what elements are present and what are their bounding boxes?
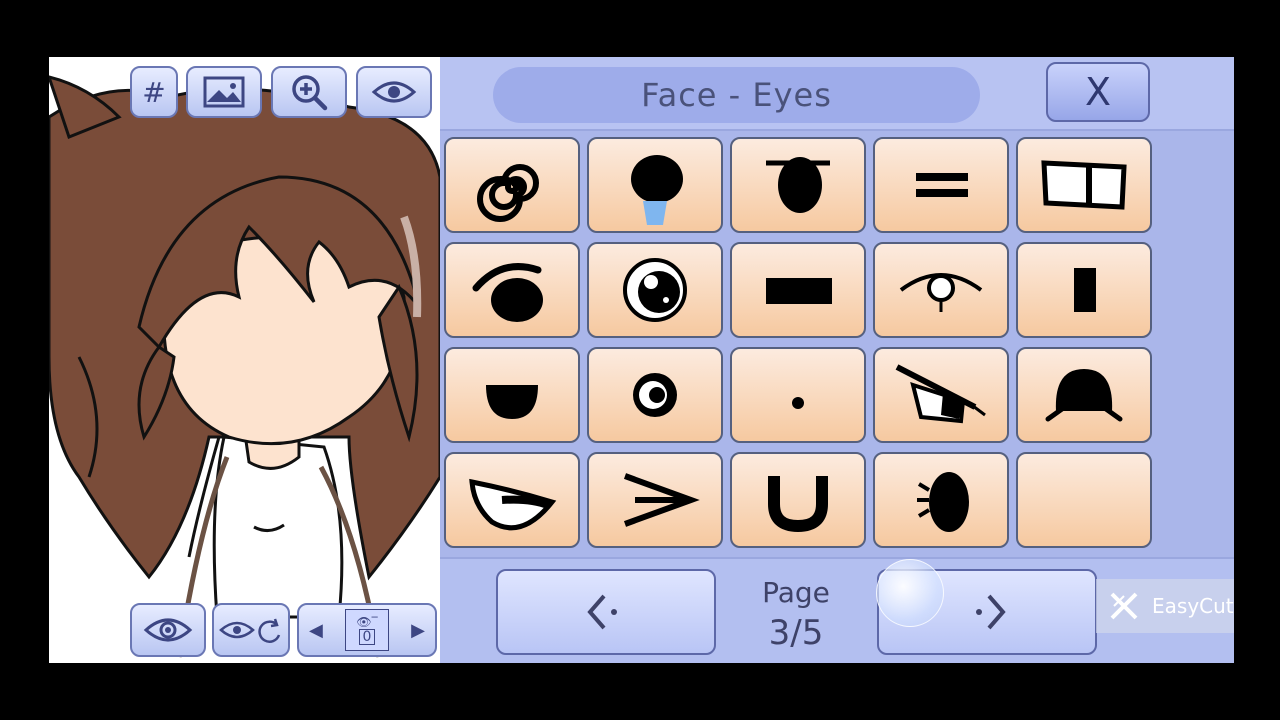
panel-title: Face - Eyes [493,67,980,123]
chevron-left-icon [587,594,617,630]
eyes-selection-panel: Face - Eyes X Page 3/5 EasyCut [440,57,1234,663]
eye-option-8[interactable] [730,242,866,338]
page-label: Page [762,576,830,609]
image-icon [203,76,245,108]
eye-option-9[interactable] [873,242,1009,338]
easycut-logo-icon [1110,592,1138,620]
dome-eye-icon [1045,369,1123,422]
squint-eye-icon [469,478,557,531]
shiny-eye-icon [623,258,687,322]
half-circle-eye-icon [486,385,538,419]
eye-options-grid [444,137,1152,549]
bar-eye-icon [1074,268,1096,312]
eye-option-17[interactable] [587,452,723,548]
watermark: EasyCut [1096,579,1234,633]
spiral-eye-icon [477,164,539,222]
floating-bubble [876,559,944,627]
browed-eye-icon [472,263,543,322]
glaring-eye-icon [895,364,986,424]
arrow-eye-icon [623,473,700,527]
eye-option-15[interactable] [1016,347,1152,443]
preview-eye-button[interactable] [130,603,206,657]
close-button[interactable]: X [1046,62,1150,122]
zoom-button[interactable] [271,66,347,118]
zoom-in-icon [292,75,328,111]
eye-option-18[interactable] [730,452,866,548]
eye-rotate-icon [219,618,281,643]
eye-option-5[interactable] [1016,137,1152,233]
expression-preview: 👁‾ 0 [345,609,389,651]
u-shape-eye-icon [768,476,828,533]
previous-page-button[interactable] [496,569,716,655]
app-screen: # ◀ 👁‾ 0 ▶ Face - Eyes X Page 3/5 EasyCu… [49,57,1234,663]
visibility-button[interactable] [356,66,432,118]
dot-eye-icon [792,397,804,409]
ring-eye-icon [633,373,677,417]
teary-eye-icon [631,155,683,225]
eye-option-12[interactable] [587,347,723,443]
eye-icon [371,81,417,103]
chevron-right-icon[interactable]: ▶ [411,620,425,641]
character-illustration [49,75,440,658]
lidded-eye-icon [766,157,830,213]
page-indicator: Page 3/5 [736,573,856,653]
grid-toggle-button[interactable]: # [130,66,178,118]
lashed-oval-eye-icon [917,472,969,532]
eye-option-6[interactable] [444,242,580,338]
reset-view-button[interactable] [212,603,290,657]
expression-value: 0 [358,629,376,645]
eye-option-7[interactable] [587,242,723,338]
eye-option-11[interactable] [444,347,580,443]
eye-option-19[interactable] [873,452,1009,548]
character-preview: # ◀ 👁‾ 0 ▶ [49,57,440,663]
eye-option-empty[interactable] [1016,452,1152,548]
chevron-left-icon[interactable]: ◀ [309,620,323,641]
eye-option-3[interactable] [730,137,866,233]
eye-icon [143,618,193,642]
panel-header: Face - Eyes X [440,57,1234,131]
eye-option-4[interactable] [873,137,1009,233]
eye-option-14[interactable] [873,347,1009,443]
chevron-right-icon [976,594,1006,630]
eye-option-10[interactable] [1016,242,1152,338]
watermark-text: EasyCut [1152,594,1234,618]
face-icon: 👁‾ [356,615,378,629]
eye-option-13[interactable] [730,347,866,443]
hash-icon: # [142,75,166,109]
eye-option-16[interactable] [444,452,580,548]
white-box-eye-icon [1041,160,1127,210]
panel-footer: Page 3/5 EasyCut [440,557,1234,663]
eye-option-1[interactable] [444,137,580,233]
equals-eye-icon [916,173,968,197]
dash-eye-icon [766,278,832,304]
thin-eye-icon [899,273,983,312]
page-number: 3/5 [768,613,824,653]
eye-option-2[interactable] [587,137,723,233]
background-button[interactable] [186,66,262,118]
expression-selector[interactable]: ◀ 👁‾ 0 ▶ [297,603,437,657]
